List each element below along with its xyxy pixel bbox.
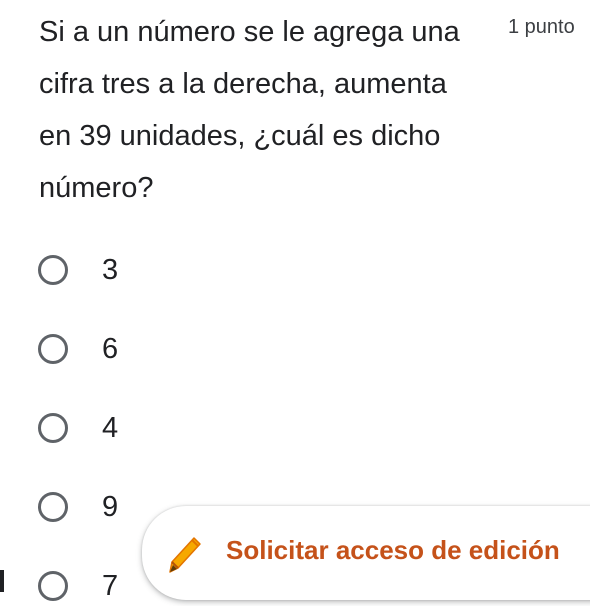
points-label: 1 punto <box>508 16 575 38</box>
radio-button[interactable] <box>38 334 68 364</box>
option-4[interactable]: 4 <box>38 408 118 448</box>
option-label: 9 <box>102 490 119 523</box>
radio-button[interactable] <box>38 571 68 601</box>
edge-marker <box>0 570 4 592</box>
radio-button[interactable] <box>38 492 68 522</box>
question-title: Si a un número se le agrega una cifra tr… <box>39 16 460 204</box>
option-label: 7 <box>102 569 119 602</box>
radio-button[interactable] <box>38 413 68 443</box>
request-edit-access-button[interactable]: Solicitar acceso de edición <box>142 506 590 600</box>
option-3[interactable]: 3 <box>38 250 118 290</box>
option-label: 3 <box>102 253 119 286</box>
pencil-icon <box>169 537 201 573</box>
option-9[interactable]: 9 <box>38 487 118 527</box>
radio-button[interactable] <box>38 255 68 285</box>
form-question-card: Si a un número se le agrega una cifra tr… <box>0 0 590 606</box>
option-7[interactable]: 7 <box>38 566 118 606</box>
option-label: 4 <box>102 411 119 444</box>
option-label: 6 <box>102 332 119 365</box>
option-6[interactable]: 6 <box>38 329 118 369</box>
request-edit-access-label: Solicitar acceso de edición <box>226 535 560 565</box>
